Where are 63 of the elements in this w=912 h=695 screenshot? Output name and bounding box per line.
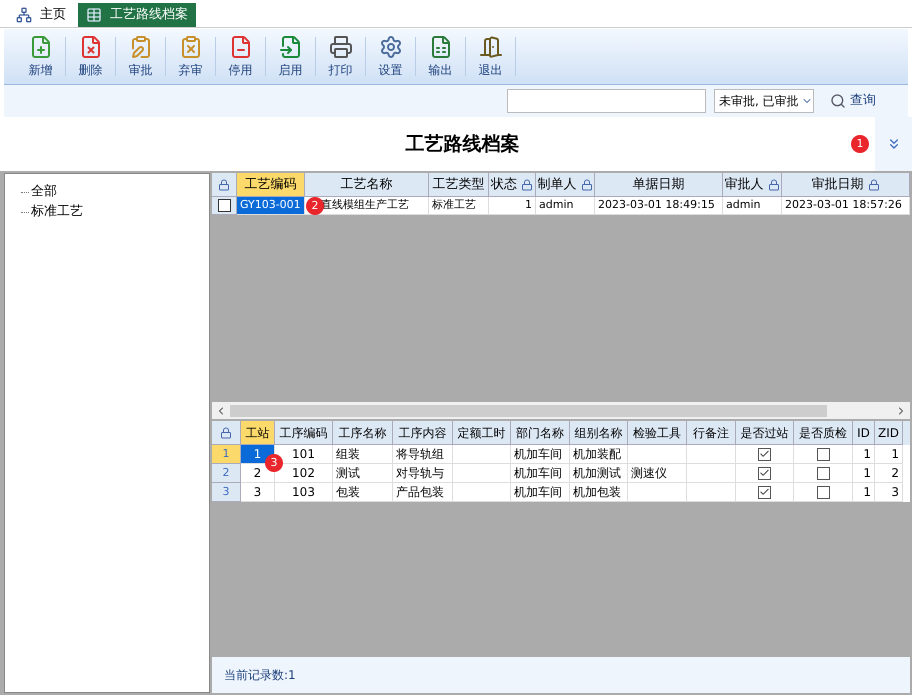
table-cell: 1 (489, 197, 536, 215)
table-cell: admin (536, 197, 595, 215)
toolbar-button[interactable]: 打印 (316, 29, 365, 84)
lock-icon (218, 178, 230, 190)
toolbar-button[interactable]: 输出 (416, 29, 465, 84)
checkbox[interactable] (816, 448, 830, 460)
toolbar-button[interactable]: 弃审 (166, 29, 215, 84)
toolbar-button[interactable]: 新增 (16, 29, 65, 84)
table-cell: 包装 (333, 483, 393, 502)
table-cell: 2023-03-01 18:49:15 (595, 197, 723, 215)
table-cell: 产品包装 (393, 483, 453, 502)
printer-icon (328, 34, 352, 58)
lock-icon (868, 178, 880, 190)
checkbox[interactable] (816, 466, 830, 480)
lock-icon (521, 178, 533, 190)
record-count: 当前记录数:1 (224, 667, 296, 684)
toolbar-button[interactable]: 停用 (216, 29, 265, 84)
table-cell: admin (723, 197, 782, 215)
page-title: 工艺路线档案 (406, 132, 520, 157)
search-icon (830, 93, 846, 109)
table-cell: 1 (853, 483, 875, 502)
table-cell: 标准工艺 (429, 197, 489, 215)
tree-item[interactable]: 全部 (31, 182, 57, 202)
filter-dropdown[interactable]: 未审批, 已审批 (714, 89, 814, 113)
table-cell: 3 (875, 483, 903, 502)
table-cell (628, 483, 687, 502)
checkbox[interactable] (758, 486, 771, 498)
annotation-badge: 1 (851, 135, 869, 153)
table-cell: 机加包装 (570, 483, 628, 502)
lock-icon (768, 178, 780, 190)
toolbar-button[interactable]: 启用 (266, 29, 315, 84)
door-icon (478, 34, 502, 58)
query-button[interactable]: 查询 (830, 91, 876, 111)
table-cell: 3 (241, 483, 275, 502)
row-number[interactable]: 1 (212, 445, 241, 464)
row-checkbox[interactable] (218, 199, 230, 212)
lock-icon (220, 426, 232, 438)
tree-item[interactable]: 标准工艺 (31, 202, 83, 222)
row-number[interactable]: 3 (212, 483, 241, 502)
table-cell: GY103-001 (237, 197, 305, 215)
lock-icon (580, 178, 592, 190)
tab[interactable]: 主页 (8, 3, 74, 27)
toolbar-button[interactable]: 审批 (116, 29, 165, 84)
table-cell: 机加车间 (511, 483, 570, 502)
tree-icon (16, 7, 32, 23)
toolbar-button[interactable]: 退出 (466, 29, 515, 84)
toolbar-button[interactable]: 删除 (66, 29, 115, 84)
checkbox[interactable] (758, 448, 771, 460)
tab[interactable]: 工艺路线档案 (78, 3, 196, 27)
table-cell: 2023-03-01 18:57:26 (782, 197, 910, 215)
column-header[interactable]: 工站 (241, 421, 275, 445)
table-cell: 103 (275, 483, 333, 502)
checkbox[interactable] (816, 486, 830, 498)
table-cell (453, 483, 511, 502)
scrollbar-thumb[interactable] (230, 404, 827, 416)
toolbar-button[interactable]: 设置 (366, 29, 415, 84)
checkbox[interactable] (758, 466, 771, 480)
table-icon (86, 7, 102, 23)
search-field[interactable] (507, 89, 706, 113)
horizontal-scrollbar[interactable] (212, 402, 910, 419)
row-number[interactable]: 2 (212, 464, 241, 483)
column-header[interactable]: 工艺编码 (237, 173, 305, 197)
settings-icon (378, 34, 402, 58)
